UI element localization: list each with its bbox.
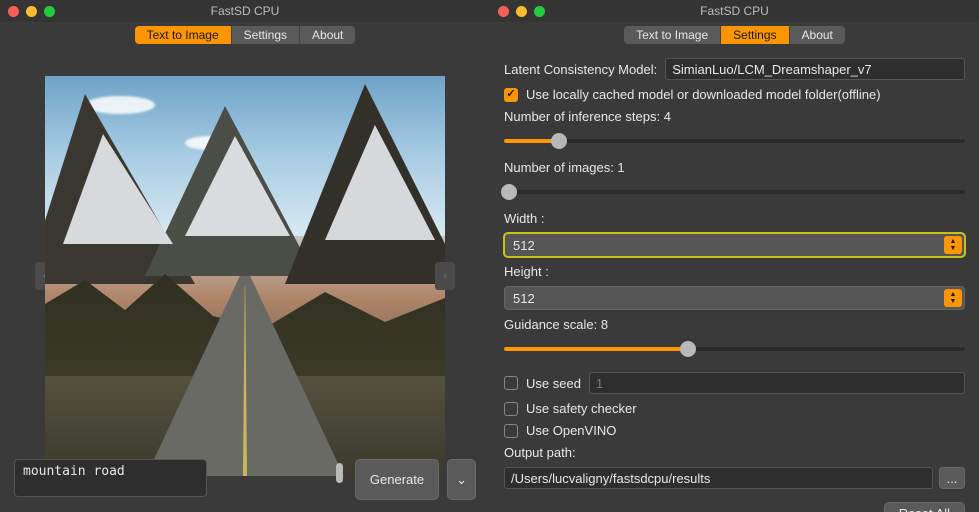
safety-label: Use safety checker	[526, 401, 637, 416]
prompt-container	[14, 459, 347, 500]
prompt-row: Generate ⌄	[14, 459, 476, 500]
tab-about[interactable]: About	[300, 26, 355, 44]
minimize-icon[interactable]	[516, 6, 527, 17]
openvino-label: Use OpenVINO	[526, 423, 616, 438]
scrollbar[interactable]	[336, 463, 343, 483]
openvino-checkbox[interactable]	[504, 424, 518, 438]
steps-label: Number of inference steps: 4	[504, 109, 965, 124]
tab-about[interactable]: About	[790, 26, 845, 44]
seed-checkbox[interactable]	[504, 376, 518, 390]
traffic-lights	[8, 6, 55, 17]
tab-text-to-image[interactable]: Text to Image	[624, 26, 721, 44]
minimize-icon[interactable]	[26, 6, 37, 17]
stepper-arrows-icon[interactable]: ▲▼	[944, 289, 962, 307]
ellipsis-icon: ...	[947, 471, 958, 486]
slider-thumb-icon[interactable]	[680, 341, 696, 357]
model-label: Latent Consistency Model:	[504, 62, 657, 77]
right-body: Latent Consistency Model: Use locally ca…	[490, 44, 979, 512]
openvino-row: Use OpenVINO	[504, 423, 965, 438]
model-input[interactable]	[665, 58, 965, 80]
safety-checkbox[interactable]	[504, 402, 518, 416]
slider-thumb-icon[interactable]	[501, 184, 517, 200]
tab-settings[interactable]: Settings	[721, 26, 789, 44]
window-title: FastSD CPU	[0, 4, 490, 18]
titlebar-left: FastSD CPU	[0, 0, 490, 22]
window-title: FastSD CPU	[490, 4, 979, 18]
tabbar-left: Text to Image Settings About	[0, 22, 490, 44]
browse-button[interactable]: ...	[939, 467, 965, 489]
image-frame: ‹ ›	[35, 66, 455, 486]
cache-label: Use locally cached model or downloaded m…	[526, 87, 881, 102]
width-select[interactable]: 512 ▲▼	[504, 233, 965, 257]
tabbar-right: Text to Image Settings About	[490, 22, 979, 44]
left-window: FastSD CPU Text to Image Settings About …	[0, 0, 490, 512]
prompt-input[interactable]	[14, 459, 207, 497]
height-label: Height :	[504, 264, 965, 279]
reset-all-button[interactable]: Reset All	[884, 502, 965, 512]
fullscreen-icon[interactable]	[44, 6, 55, 17]
close-icon[interactable]	[498, 6, 509, 17]
seed-input[interactable]	[589, 372, 965, 394]
height-value: 512	[513, 291, 535, 306]
left-body: ‹ › Generate ⌄	[0, 44, 490, 512]
chevron-right-icon: ›	[443, 270, 447, 282]
safety-row: Use safety checker	[504, 401, 965, 416]
reset-row: Reset All	[504, 502, 965, 512]
images-slider[interactable]	[504, 184, 965, 200]
guidance-label: Guidance scale: 8	[504, 317, 965, 332]
tab-text-to-image[interactable]: Text to Image	[135, 26, 232, 44]
width-value: 512	[513, 238, 535, 253]
fullscreen-icon[interactable]	[534, 6, 545, 17]
right-window: FastSD CPU Text to Image Settings About …	[490, 0, 979, 512]
images-label: Number of images: 1	[504, 160, 965, 175]
output-label: Output path:	[504, 445, 965, 460]
cache-checkbox[interactable]	[504, 88, 518, 102]
guidance-slider[interactable]	[504, 341, 965, 357]
slider-thumb-icon[interactable]	[551, 133, 567, 149]
output-path-input[interactable]	[504, 467, 933, 489]
steps-slider[interactable]	[504, 133, 965, 149]
seed-row: Use seed	[504, 372, 965, 394]
next-image-button[interactable]: ›	[435, 262, 455, 290]
tab-settings[interactable]: Settings	[232, 26, 300, 44]
width-label: Width :	[504, 211, 965, 226]
titlebar-right: FastSD CPU	[490, 0, 979, 22]
generated-image	[45, 76, 445, 476]
traffic-lights	[498, 6, 545, 17]
generate-button[interactable]: Generate	[355, 459, 439, 500]
cache-row: Use locally cached model or downloaded m…	[504, 87, 965, 102]
stepper-arrows-icon[interactable]: ▲▼	[944, 236, 962, 254]
seed-label: Use seed	[526, 376, 581, 391]
settings-form: Latent Consistency Model: Use locally ca…	[504, 52, 965, 512]
close-icon[interactable]	[8, 6, 19, 17]
generate-more-button[interactable]: ⌄	[447, 459, 476, 500]
height-select[interactable]: 512 ▲▼	[504, 286, 965, 310]
output-path-row: ...	[504, 467, 965, 489]
model-row: Latent Consistency Model:	[504, 58, 965, 80]
